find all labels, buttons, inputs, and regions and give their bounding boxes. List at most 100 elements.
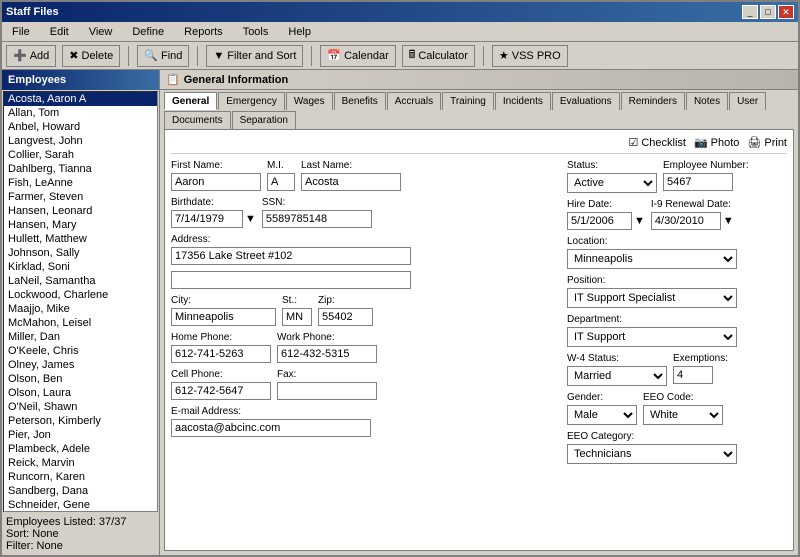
add-button[interactable]: ➕ Add — [6, 45, 56, 67]
emp-number-input[interactable] — [663, 173, 733, 191]
menu-view[interactable]: View — [83, 24, 119, 40]
employee-list-item[interactable]: Sandberg, Dana — [4, 484, 157, 498]
employees-header-label: Employees — [8, 74, 66, 86]
maximize-button[interactable]: □ — [760, 5, 776, 19]
department-select[interactable]: IT Support — [567, 327, 737, 347]
employee-list-item[interactable]: Maajjo, Mike — [4, 302, 157, 316]
gender-select[interactable]: Male Female — [567, 405, 637, 425]
employee-list-item[interactable]: Anbel, Howard — [4, 120, 157, 134]
tab-incidents[interactable]: Incidents — [495, 92, 551, 110]
home-phone-col: Home Phone: — [171, 332, 271, 363]
first-name-input[interactable] — [171, 173, 261, 191]
phone-row: Home Phone: Work Phone: — [171, 332, 557, 363]
email-input[interactable] — [171, 419, 371, 437]
tab-documents[interactable]: Documents — [164, 111, 231, 129]
employee-list-item[interactable]: Langvest, John — [4, 134, 157, 148]
status-select[interactable]: Active Inactive Terminated — [567, 173, 657, 193]
tab-wages[interactable]: Wages — [286, 92, 333, 110]
photo-button[interactable]: 📷 Photo — [694, 136, 739, 149]
employee-list-item[interactable]: Olney, James — [4, 358, 157, 372]
birthdate-dropdown-icon[interactable]: ▼ — [245, 213, 256, 225]
calculator-button[interactable]: 🖩 Calculator — [402, 45, 475, 67]
employee-list-item[interactable]: Reick, Marvin — [4, 456, 157, 470]
employee-list-item[interactable]: Farmer, Steven — [4, 190, 157, 204]
employee-list-item[interactable]: LaNeil, Samantha — [4, 274, 157, 288]
calendar-button[interactable]: 📅 Calendar — [320, 45, 395, 67]
tab-evaluations[interactable]: Evaluations — [552, 92, 620, 110]
tab-reminders[interactable]: Reminders — [621, 92, 685, 110]
city-input[interactable] — [171, 308, 276, 326]
employee-list-item[interactable]: O'Neil, Shawn — [4, 400, 157, 414]
employee-list-item[interactable]: Hansen, Mary — [4, 218, 157, 232]
exemptions-input[interactable] — [673, 366, 713, 384]
work-phone-input[interactable] — [277, 345, 377, 363]
menu-reports[interactable]: Reports — [178, 24, 229, 40]
employee-list-item[interactable]: Dahlberg, Tianna — [4, 162, 157, 176]
home-phone-input[interactable] — [171, 345, 271, 363]
location-select[interactable]: Minneapolis — [567, 249, 737, 269]
tab-separation[interactable]: Separation — [232, 111, 296, 129]
employee-list-item[interactable]: Kirklad, Soni — [4, 260, 157, 274]
employee-list-item[interactable]: Miller, Dan — [4, 330, 157, 344]
fax-input[interactable] — [277, 382, 377, 400]
menu-edit[interactable]: Edit — [44, 24, 75, 40]
employee-list-item[interactable]: Peterson, Kimberly — [4, 414, 157, 428]
minimize-button[interactable]: _ — [742, 5, 758, 19]
close-button[interactable]: ✕ — [778, 5, 794, 19]
cell-phone-input[interactable] — [171, 382, 271, 400]
employee-list-item[interactable]: Fish, LeAnne — [4, 176, 157, 190]
eeo-category-select[interactable]: Technicians Managers Professionals — [567, 444, 737, 464]
employee-list-item[interactable]: Olson, Ben — [4, 372, 157, 386]
menu-tools[interactable]: Tools — [237, 24, 275, 40]
filter-sort-button[interactable]: ▼ Filter and Sort — [206, 45, 303, 67]
i9-input[interactable] — [651, 212, 721, 230]
employee-list-item[interactable]: Hansen, Leonard — [4, 204, 157, 218]
tab-emergency[interactable]: Emergency — [218, 92, 285, 110]
i9-dropdown-icon[interactable]: ▼ — [723, 215, 734, 227]
w4-select[interactable]: Married Single — [567, 366, 667, 386]
vss-pro-button[interactable]: ★ VSS PRO — [492, 45, 568, 67]
tab-accruals[interactable]: Accruals — [387, 92, 441, 110]
address-input[interactable] — [171, 247, 411, 265]
menu-define[interactable]: Define — [126, 24, 170, 40]
mi-input[interactable] — [267, 173, 295, 191]
employee-list-item[interactable]: O'Keele, Chris — [4, 344, 157, 358]
tab-user[interactable]: User — [729, 92, 766, 110]
employee-list-item[interactable]: Allan, Tom — [4, 106, 157, 120]
find-button[interactable]: 🔍 Find — [137, 45, 189, 67]
employee-list-item[interactable]: Schneider, Gene — [4, 498, 157, 512]
checklist-button[interactable]: ☑ Checklist — [628, 136, 686, 149]
address2-input[interactable] — [171, 271, 411, 289]
zip-input[interactable] — [318, 308, 373, 326]
eeo-code-select[interactable]: White Black Hispanic — [643, 405, 723, 425]
employee-list-item[interactable]: Johnson, Sally — [4, 246, 157, 260]
hire-date-input[interactable] — [567, 212, 632, 230]
st-input[interactable] — [282, 308, 312, 326]
employee-list-item[interactable]: Plambeck, Adele — [4, 442, 157, 456]
tab-benefits[interactable]: Benefits — [334, 92, 386, 110]
hire-date-dropdown-icon[interactable]: ▼ — [634, 215, 645, 227]
employee-list-item[interactable]: Collier, Sarah — [4, 148, 157, 162]
inner-toolbar: ☑ Checklist 📷 Photo 🖨 Print — [171, 136, 787, 154]
employee-list-item[interactable]: Runcorn, Karen — [4, 470, 157, 484]
employee-list-item[interactable]: Hullett, Matthew — [4, 232, 157, 246]
employee-list-item[interactable]: Pier, Jon — [4, 428, 157, 442]
menu-file[interactable]: File — [6, 24, 36, 40]
tab-training[interactable]: Training — [442, 92, 494, 110]
checklist-icon: ☑ — [628, 136, 638, 149]
employee-list-item[interactable]: Lockwood, Charlene — [4, 288, 157, 302]
employee-list-item[interactable]: Olson, Laura — [4, 386, 157, 400]
delete-button[interactable]: ✖ Delete — [62, 45, 120, 67]
employee-list-item[interactable]: McMahon, Leisel — [4, 316, 157, 330]
position-select[interactable]: IT Support Specialist — [567, 288, 737, 308]
employee-list-item[interactable]: Acosta, Aaron A — [4, 92, 157, 106]
tab-notes[interactable]: Notes — [686, 92, 728, 110]
tab-general[interactable]: General — [164, 92, 217, 110]
ssn-input[interactable] — [262, 210, 372, 228]
i9-col: I-9 Renewal Date: ▼ — [651, 199, 734, 230]
last-name-input[interactable] — [301, 173, 401, 191]
birthdate-input[interactable] — [171, 210, 243, 228]
address2-row — [171, 271, 557, 289]
menu-help[interactable]: Help — [282, 24, 317, 40]
print-button[interactable]: 🖨 Print — [747, 136, 787, 149]
